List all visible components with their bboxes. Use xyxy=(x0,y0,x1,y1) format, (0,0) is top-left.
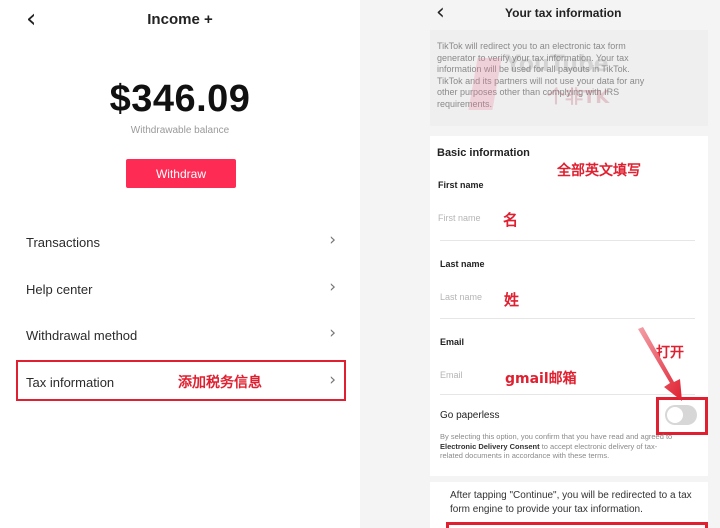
withdraw-button[interactable]: Withdraw xyxy=(126,159,236,188)
go-paperless-label: Go paperless xyxy=(440,410,500,421)
electronic-delivery-consent-link[interactable]: Electronic Delivery Consent xyxy=(440,442,540,451)
menu-item-label: Transactions xyxy=(26,235,100,250)
chevron-right-icon: › xyxy=(329,277,336,297)
consent-text-part: By selecting this option, you confirm th… xyxy=(440,432,673,441)
email-field[interactable]: Email xyxy=(440,370,463,380)
intro-line: generator to verify your tax information… xyxy=(437,52,629,63)
consent-text: By selecting this option, you confirm th… xyxy=(440,432,680,461)
page-title: Income + xyxy=(147,11,213,28)
intro-line: TikTok will redirect you to an electroni… xyxy=(437,41,626,51)
annotation-first-name: 名 xyxy=(503,211,519,229)
last-name-label: Last name xyxy=(440,259,485,269)
annotation-english-only: 全部英文填写 xyxy=(557,163,641,179)
section-title: Basic information xyxy=(437,147,530,159)
intro-text: TikTok will redirect you to an electroni… xyxy=(437,41,702,110)
first-name-underline xyxy=(440,240,695,241)
first-name-label: First name xyxy=(438,180,484,190)
highlight-box-continue xyxy=(446,522,708,528)
last-name-underline xyxy=(440,318,695,319)
balance-amount: $346.09 xyxy=(109,78,251,120)
arrow-icon xyxy=(638,327,682,401)
annotation-email: gmail邮箱 xyxy=(505,371,577,387)
menu-item-transactions[interactable]: Transactions › xyxy=(26,230,336,254)
first-name-field[interactable]: First name xyxy=(438,213,481,223)
income-screen: ‹ Income + $346.09 Withdrawable balance … xyxy=(0,0,360,528)
chevron-right-icon: › xyxy=(329,230,336,250)
redirect-note: After tapping "Continue", you will be re… xyxy=(450,490,692,515)
menu-item-withdrawal-method[interactable]: Withdrawal method › xyxy=(26,323,336,347)
balance-label: Withdrawable balance xyxy=(130,125,230,136)
menu-item-label: Help center xyxy=(26,282,93,297)
intro-line: other purposes other than complying with… xyxy=(437,87,620,97)
intro-line: requirements. xyxy=(437,98,493,109)
menu-item-help-center[interactable]: Help center › xyxy=(26,277,336,301)
page-title: Your tax information xyxy=(505,6,622,20)
last-name-field[interactable]: Last name xyxy=(440,292,482,302)
annotation-last-name: 姓 xyxy=(504,291,520,309)
menu-item-label: Withdrawal method xyxy=(26,328,138,343)
email-label: Email xyxy=(440,337,465,347)
tax-info-screen: ‹ Your tax information TikTok will redir… xyxy=(360,0,720,528)
intro-line: TikTok and its partners will not use you… xyxy=(437,75,645,86)
annotation-add-tax-info: 添加税务信息 xyxy=(178,375,262,391)
back-chevron-icon[interactable]: ‹ xyxy=(436,2,445,24)
chevron-right-icon: › xyxy=(329,323,336,343)
intro-line: information will be used for all payouts… xyxy=(437,64,630,74)
